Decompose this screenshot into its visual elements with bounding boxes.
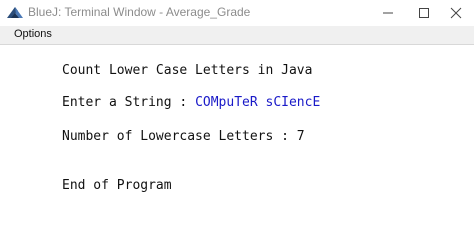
close-button[interactable] [438,0,474,26]
terminal-output[interactable]: Count Lower Case Letters in Java Enter a… [0,45,474,237]
input-prompt: Enter a String : [62,95,196,110]
output-line-input: Enter a String : COMpuTeR sCIencE [62,95,320,110]
maximize-button[interactable] [406,0,442,26]
maximize-icon [419,8,429,18]
user-input-text: COMpuTeR sCIencE [195,95,321,110]
minimize-icon [383,12,393,14]
output-line-title: Count Lower Case Letters in Java [62,63,313,78]
window-title: BlueJ: Terminal Window - Average_Grade [28,5,251,19]
minimize-button[interactable] [370,0,406,26]
title-bar[interactable]: BlueJ: Terminal Window - Average_Grade [0,0,474,26]
menu-item-options[interactable]: Options [14,28,52,40]
output-line-result: Number of Lowercase Letters : 7 [62,129,305,144]
terminal-window: BlueJ: Terminal Window - Average_Grade O… [0,0,474,237]
bluej-app-icon [6,5,24,21]
close-icon [450,7,462,19]
output-line-end: End of Program [62,178,172,193]
menu-bar: Options [0,26,474,45]
